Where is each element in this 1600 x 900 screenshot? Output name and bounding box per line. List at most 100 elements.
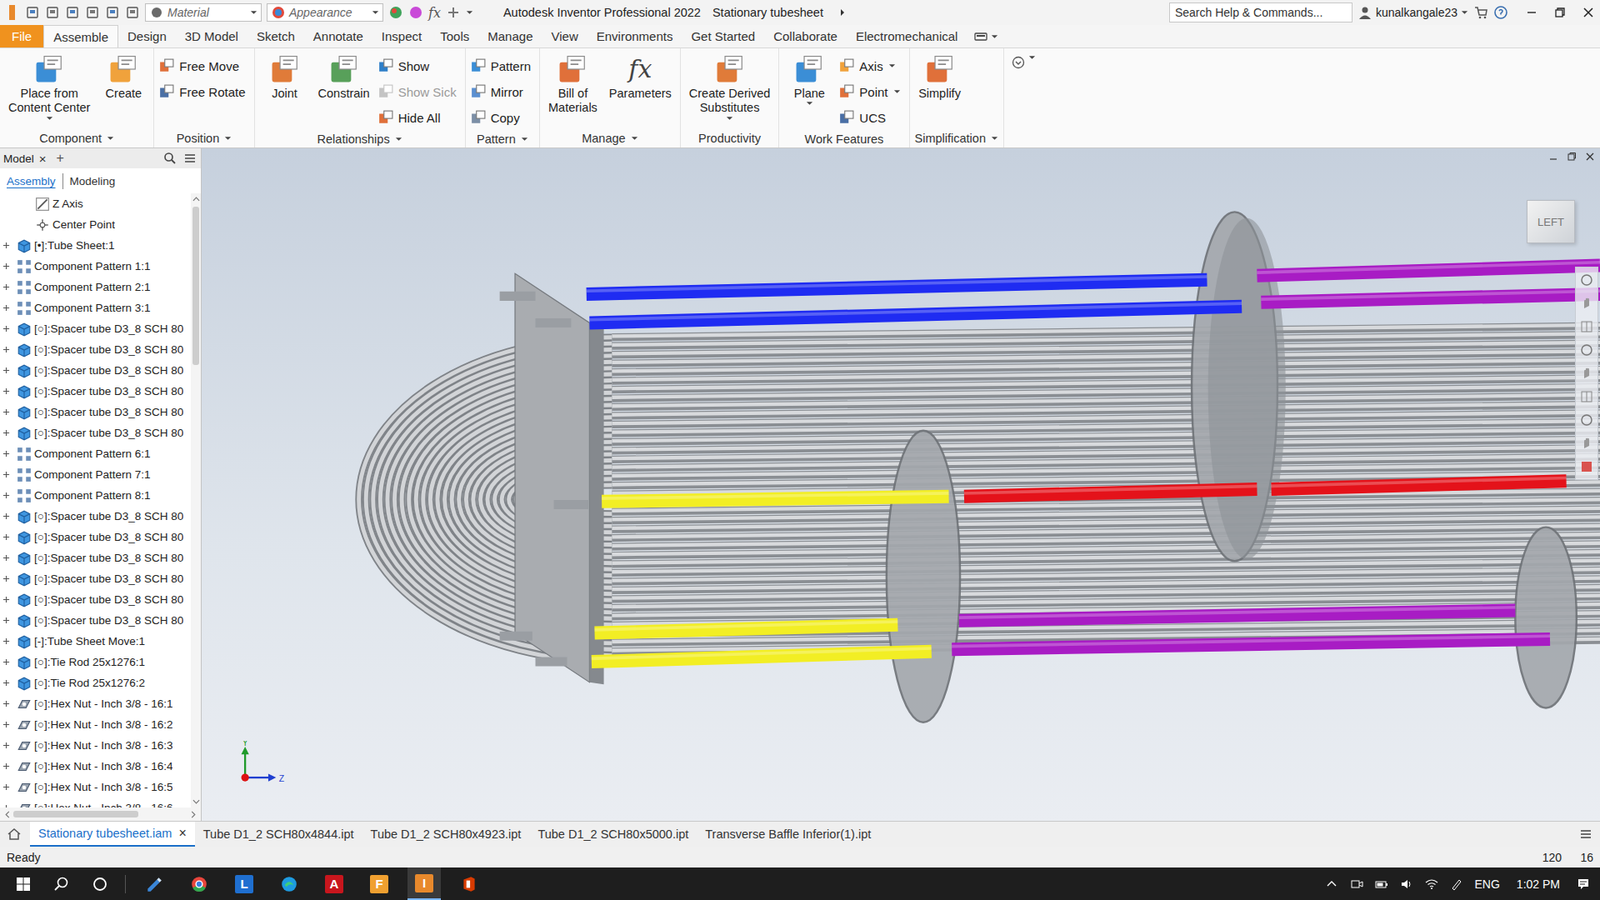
panel-label[interactable]: Productivity — [685, 129, 775, 148]
navbar-options-icon[interactable] — [1579, 459, 1595, 475]
close-tab-button[interactable]: × — [178, 825, 186, 841]
browser-mode-tab[interactable]: Assembly — [6, 173, 63, 190]
dropdown-caret-icon[interactable] — [725, 115, 734, 121]
expand-plus-icon[interactable] — [2, 512, 10, 520]
ribbon-tab[interactable]: Manage — [478, 25, 542, 48]
ribbon-tab[interactable]: Tools — [430, 25, 479, 48]
rod[interactable] — [586, 276, 1208, 295]
ribbon-small-button[interactable]: Copy — [470, 105, 535, 130]
taskbar-app[interactable]: A — [317, 867, 351, 900]
browser-tab[interactable]: Model — [3, 152, 35, 165]
quick-access-icon[interactable] — [125, 5, 140, 20]
rod[interactable] — [1271, 477, 1567, 490]
ribbon-tab[interactable]: Environments — [587, 25, 683, 48]
ribbon-small-button[interactable]: Mirror — [470, 79, 535, 105]
notifications-icon[interactable] — [1576, 877, 1590, 891]
expand-plus-icon[interactable] — [2, 533, 10, 541]
ribbon-tab[interactable]: Inspect — [372, 25, 431, 48]
restore-icon[interactable] — [1553, 5, 1567, 20]
home-icon[interactable] — [6, 826, 22, 842]
ribbon-tab[interactable]: View — [541, 25, 587, 48]
navigation-tool-icon[interactable] — [1579, 365, 1595, 381]
dropdown-caret-icon[interactable] — [805, 100, 814, 106]
expand-plus-icon[interactable] — [2, 491, 10, 500]
tree-item[interactable]: [○]:Tie Rod 25x1276:2 — [0, 672, 191, 694]
ribbon-small-button[interactable]: Free Move — [159, 53, 249, 79]
windows-start-icon[interactable] — [10, 875, 37, 893]
tree-item[interactable]: Z Axis — [0, 193, 191, 215]
browser-close[interactable]: × — [39, 151, 47, 166]
tree-item[interactable]: [○]:Tie Rod 25x1276:1 — [0, 651, 191, 673]
vertical-scrollbar[interactable] — [190, 193, 201, 808]
dropdown-caret-icon[interactable] — [45, 115, 54, 121]
ribbon-large-button[interactable]: Joint — [260, 51, 310, 103]
rod[interactable] — [589, 303, 1242, 323]
panel-label[interactable]: Position — [159, 129, 249, 148]
ribbon-tab[interactable]: Sketch — [247, 25, 305, 48]
rod[interactable] — [1256, 262, 1600, 276]
ribbon-tab[interactable]: Get Started — [681, 25, 765, 48]
material-dropdown[interactable]: Material — [145, 3, 262, 22]
expand-plus-icon[interactable] — [2, 345, 10, 354]
rod[interactable] — [595, 621, 899, 634]
scroll-up-icon[interactable] — [192, 196, 200, 202]
tree-item[interactable]: [○]:Hex Nut - Inch 3/8 - 16:3 — [0, 735, 191, 756]
user-account[interactable]: kunalkangale23 — [1357, 5, 1469, 20]
ribbon-tab[interactable]: Design — [118, 25, 176, 48]
search-icon[interactable] — [162, 150, 178, 166]
graphics-viewport[interactable]: LEFTYZ — [201, 148, 1600, 821]
scroll-right-icon[interactable] — [190, 810, 196, 819]
panel-label[interactable]: Component — [5, 129, 149, 148]
expand-plus-icon[interactable] — [2, 679, 10, 687]
tree-item[interactable]: Component Pattern 8:1 — [0, 485, 191, 506]
color-override-icon[interactable] — [388, 5, 404, 20]
ribbon-small-button[interactable]: Free Rotate — [159, 79, 249, 105]
horizontal-scrollbar[interactable] — [0, 807, 201, 821]
ribbon-large-button[interactable]: Bill ofMaterials — [545, 51, 601, 118]
browser-mode-tab[interactable]: Modeling — [62, 173, 123, 190]
navigation-tool-icon[interactable] — [1579, 342, 1595, 358]
expand-plus-icon[interactable] — [2, 700, 10, 708]
document-tab[interactable]: Stationary tubesheet.iam× — [30, 821, 195, 847]
appearance-dropdown[interactable]: Appearance — [266, 3, 384, 22]
expand-plus-icon[interactable] — [2, 429, 10, 437]
help-search[interactable]: Search Help & Commands... — [1169, 2, 1353, 23]
scroll-left-icon[interactable] — [5, 810, 10, 819]
clock[interactable]: 1:02 PM — [1516, 877, 1560, 891]
panel-label[interactable]: Work Features — [784, 130, 904, 148]
taskbar-app[interactable]: F — [362, 867, 396, 900]
expand-plus-icon[interactable] — [2, 325, 10, 333]
tree-item[interactable]: Component Pattern 2:1 — [0, 276, 191, 298]
tree-item[interactable]: Component Pattern 3:1 — [0, 297, 191, 319]
scroll-thumb[interactable] — [192, 206, 200, 365]
expand-plus-icon[interactable] — [2, 554, 10, 562]
meet-icon[interactable] — [1350, 877, 1364, 891]
tree-item[interactable]: [○]:Spacer tube D3_8 SCH 80 — [0, 610, 191, 631]
quick-access-icon[interactable] — [25, 5, 40, 20]
quick-access-icon[interactable] — [85, 5, 100, 20]
tree-item[interactable]: [○]:Spacer tube D3_8 SCH 80 — [0, 422, 191, 444]
expand-plus-icon[interactable] — [2, 783, 10, 791]
document-list-icon[interactable] — [1578, 826, 1594, 842]
tree-item[interactable]: [○]:Spacer tube D3_8 SCH 80 — [0, 547, 191, 569]
browser-add[interactable]: + — [56, 150, 65, 166]
ribbon-large-button[interactable]: fxParameters — [605, 51, 675, 103]
tray-chevron-icon[interactable] — [1325, 877, 1339, 891]
tree-item[interactable]: Center Point — [0, 214, 191, 235]
tree-item[interactable]: [○]:Spacer tube D3_8 SCH 80 — [0, 380, 191, 402]
restore-icon[interactable] — [1566, 151, 1577, 162]
expand-plus-icon[interactable] — [2, 408, 10, 416]
ribbon-large-button[interactable]: Constrain — [315, 51, 374, 103]
rod[interactable] — [951, 635, 1550, 650]
pen-tray-icon[interactable] — [1450, 877, 1464, 891]
expand-plus-icon[interactable] — [2, 575, 10, 583]
rod[interactable] — [964, 485, 1258, 496]
battery-icon[interactable] — [1375, 877, 1389, 891]
menu-icon[interactable] — [182, 150, 198, 166]
language-indicator[interactable]: ENG — [1475, 877, 1500, 891]
tree-item[interactable]: [-]:Tube Sheet Move:1 — [0, 630, 191, 652]
taskbar-app[interactable] — [182, 867, 216, 900]
close-icon[interactable] — [1581, 5, 1595, 20]
quick-access-icon[interactable] — [65, 5, 80, 20]
expand-plus-icon[interactable] — [2, 658, 10, 666]
